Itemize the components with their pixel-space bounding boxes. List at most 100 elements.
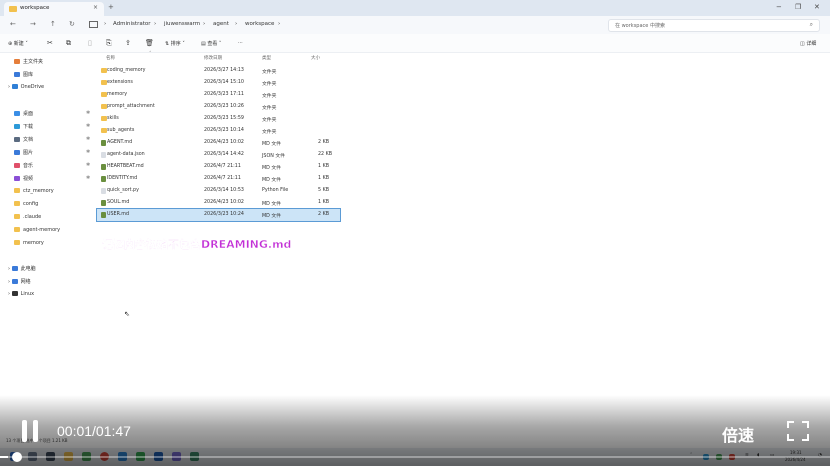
sidebar-item-icon (14, 72, 20, 77)
file-date: 2026/3/23 10:24 (204, 212, 244, 217)
sidebar-item-memory[interactable]: memory (14, 240, 44, 249)
progress-knob[interactable] (12, 452, 22, 462)
sidebar-item-label: OneDrive (20, 84, 45, 90)
breadcrumb-jiuwenswarm[interactable]: jiuwenswarm (164, 21, 200, 27)
cut-icon[interactable]: ✂ (47, 39, 53, 47)
sidebar-item-config[interactable]: config (14, 201, 38, 210)
column-header-name[interactable]: 名称 (106, 55, 115, 61)
file-row[interactable]: quick_sort.py 2026/3/14 10:53 Python File 5… (97, 185, 340, 197)
new-button[interactable]: ⊕ 新建 ˅ (8, 40, 28, 47)
sidebar-item-icon (14, 188, 20, 193)
file-row[interactable]: sub_agents 2026/3/23 10:14 文件夹 (97, 125, 340, 137)
sidebar-item-label: Linux (20, 291, 35, 297)
paste-icon[interactable]: ▯ (88, 39, 92, 47)
tab-close-icon[interactable]: × (93, 4, 98, 11)
file-size: 22 KB (318, 152, 333, 157)
sidebar-item-agent-memory[interactable]: agent-memory (14, 227, 60, 236)
breadcrumb-sep-icon: › (154, 21, 157, 27)
monitor-icon[interactable] (89, 21, 98, 28)
up-icon[interactable]: ↑ (50, 20, 56, 28)
pause-button[interactable] (20, 420, 40, 442)
sidebar-item--[interactable]: 视频 (14, 175, 33, 184)
sidebar-item-onedrive[interactable]: › OneDrive (8, 84, 44, 93)
folder-icon (9, 6, 17, 12)
refresh-icon[interactable]: ↻ (69, 20, 75, 28)
sidebar-item-label: memory (23, 240, 44, 246)
sidebar-item--[interactable]: 文档 (14, 136, 33, 145)
file-row[interactable]: USER.md 2026/3/23 10:24 MD 文件 2 KB (96, 208, 341, 222)
file-type: MD 文件 (262, 202, 281, 207)
pin-icon: ✱ (86, 175, 91, 181)
column-header-date[interactable]: 修改日期 (204, 55, 222, 61)
sort-button[interactable]: ⇅ 排序 ˅ (165, 40, 185, 47)
sidebar-item--[interactable]: 音乐 (14, 162, 33, 171)
file-row[interactable]: skills 2026/3/23 15:59 文件夹 (97, 113, 340, 125)
file-name: agent-data.json (107, 152, 145, 157)
file-type: MD 文件 (262, 142, 281, 147)
search-input[interactable]: 在 workspace 中搜索 (615, 22, 665, 29)
sidebar-item-icon (11, 291, 18, 296)
sidebar-item-label: 网络 (20, 279, 31, 285)
breadcrumb-administrator[interactable]: Administrator (113, 21, 151, 27)
close-button[interactable]: ✕ (814, 3, 820, 11)
more-options-button[interactable]: ··· (238, 40, 243, 46)
file-size: 2 KB (318, 140, 330, 145)
file-row[interactable]: HEARTBEAT.md 2026/4/7 21:11 MD 文件 1 KB (97, 161, 340, 173)
maximize-button[interactable]: ❐ (795, 3, 801, 11)
breadcrumb-sep-icon: › (235, 21, 238, 27)
sidebar-item--[interactable]: › 网络 (8, 278, 31, 287)
sidebar-item--[interactable]: › 此电脑 (8, 265, 36, 274)
sidebar-item--[interactable]: 桌面 (14, 110, 33, 119)
delete-icon[interactable]: 🗑 (145, 39, 154, 47)
sidebar-item--claude[interactable]: .claude (14, 214, 41, 223)
file-type: JSON 文件 (262, 154, 285, 159)
sidebar-item-label: config (23, 201, 39, 207)
file-name: sub_agents (107, 128, 135, 133)
view-button[interactable]: ▤ 查看 ˅ (201, 40, 221, 47)
breadcrumb-workspace[interactable]: workspace (245, 21, 274, 27)
file-row[interactable]: IDENTITY.md 2026/4/7 21:11 MD 文件 1 KB (97, 173, 340, 185)
file-row[interactable]: AGENT.md 2026/4/23 10:02 MD 文件 2 KB (97, 137, 340, 149)
sidebar-item-label: 此电脑 (20, 266, 36, 272)
details-pane-button[interactable]: ◫ 详细 (800, 40, 816, 47)
pause-bar-right-icon (33, 420, 38, 442)
new-button-label: 新建 (13, 41, 24, 47)
sidebar-item-ctz-memory[interactable]: ctz_memory (14, 188, 54, 197)
playback-speed-button[interactable]: 倍速 (722, 422, 754, 446)
fullscreen-button[interactable] (786, 420, 810, 442)
column-header-type[interactable]: 类型 (262, 55, 271, 61)
file-date: 2026/3/14 10:53 (204, 188, 244, 193)
file-date: 2026/3/23 17:11 (204, 92, 244, 97)
back-icon[interactable]: ← (10, 20, 16, 28)
sidebar-item--[interactable]: 主文件夹 (14, 58, 43, 67)
file-row[interactable]: extensions 2026/3/14 15:10 文件夹 (97, 77, 340, 89)
minimize-button[interactable]: − (776, 3, 782, 11)
progress-bar[interactable] (0, 456, 830, 458)
search-box[interactable]: 在 workspace 中搜索 ⌕ (608, 19, 820, 32)
tab-workspace[interactable]: workspace × (4, 2, 104, 16)
new-tab-button[interactable]: + (108, 3, 114, 11)
markdown-file-icon (101, 200, 106, 206)
file-type: 文件夹 (262, 70, 277, 75)
file-row[interactable]: memory 2026/3/23 17:11 文件夹 (97, 89, 340, 101)
sidebar-item-linux[interactable]: › Linux (8, 291, 34, 300)
file-type: 文件夹 (262, 82, 277, 87)
sidebar-item--[interactable]: 下载 (14, 123, 33, 132)
share-icon[interactable]: ⇪ (125, 39, 131, 47)
sidebar-item-icon (14, 124, 20, 129)
file-row[interactable]: coding_memory 2026/3/27 14:13 文件夹 (97, 65, 340, 77)
forward-icon[interactable]: → (30, 20, 36, 28)
markdown-file-icon (101, 140, 106, 146)
sidebar-item-icon (14, 59, 20, 64)
rename-icon[interactable]: ⎘ (106, 39, 112, 48)
file-row[interactable]: agent-data.json 2026/3/14 14:42 JSON 文件 22 … (97, 149, 340, 161)
sidebar-item--[interactable]: 图库 (14, 71, 33, 80)
column-header-size[interactable]: 大小 (311, 55, 320, 61)
breadcrumb-agent[interactable]: agent (213, 21, 229, 27)
file-row[interactable]: SOUL.md 2026/4/23 10:02 MD 文件 1 KB (97, 197, 340, 209)
file-date: 2026/4/23 10:02 (204, 200, 244, 205)
copy-icon[interactable]: ⧉ (66, 39, 71, 48)
file-row[interactable]: prompt_attachment 2026/3/23 10:26 文件夹 (97, 101, 340, 113)
sidebar-item--[interactable]: 图片 (14, 149, 33, 158)
file-date: 2026/3/23 15:59 (204, 116, 244, 121)
